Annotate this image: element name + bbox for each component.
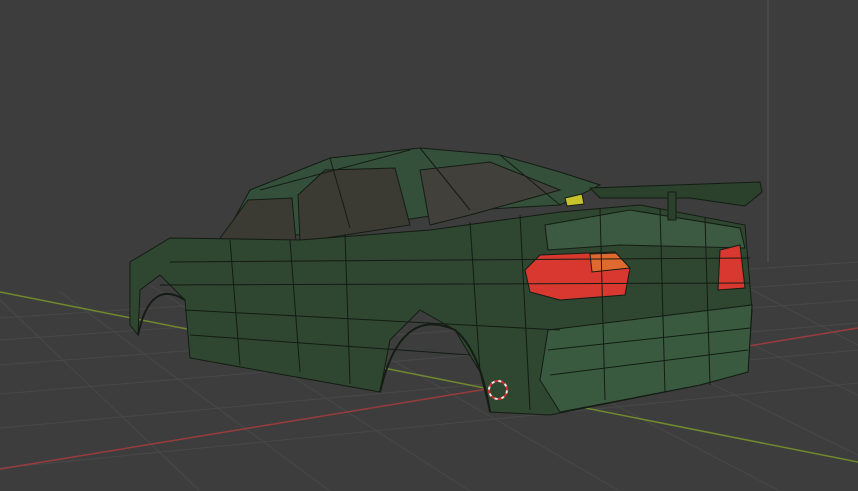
car-window-rear-side bbox=[297, 167, 411, 243]
spoiler-support bbox=[667, 191, 677, 221]
car-window-front bbox=[213, 197, 297, 246]
3d-viewport[interactable] bbox=[0, 0, 858, 491]
viewport-canvas[interactable] bbox=[0, 0, 858, 491]
